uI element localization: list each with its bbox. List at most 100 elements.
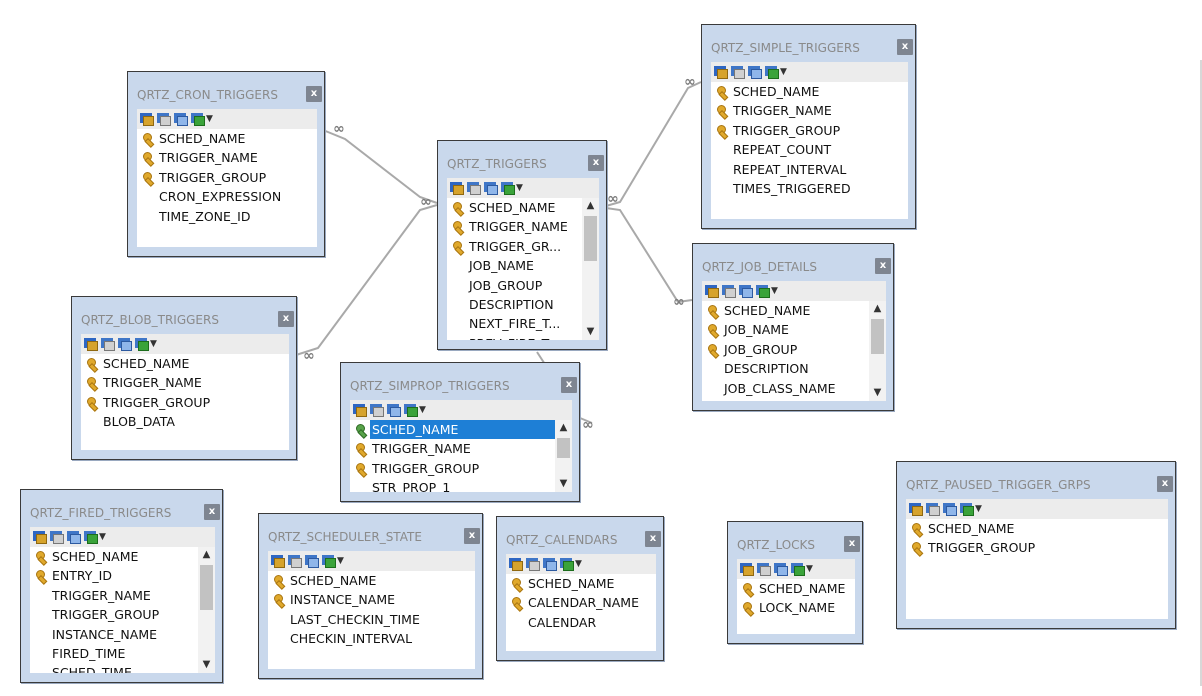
remove-field-icon[interactable] [467, 182, 481, 195]
table-field[interactable]: INSTANCE_NAME [30, 625, 198, 644]
table-field[interactable]: REPEAT_INTERVAL [711, 160, 908, 179]
table-field[interactable]: CALENDAR_NAME [506, 593, 656, 613]
scroll-down-icon[interactable]: ▼ [555, 476, 572, 492]
edit-field-icon[interactable] [943, 503, 957, 516]
edit-field-icon[interactable] [484, 182, 498, 195]
close-icon[interactable]: x [561, 377, 577, 393]
table-field[interactable]: SCHED_NAME [711, 82, 908, 101]
add-field-icon[interactable] [909, 503, 923, 516]
table-field[interactable]: NEXT_FIRE_T... [447, 314, 582, 333]
chevron-down-icon[interactable]: ▼ [99, 532, 106, 542]
table-field[interactable]: SCHED_NAME [268, 571, 475, 590]
remove-field-icon[interactable] [731, 66, 745, 79]
edit-field-icon[interactable] [774, 563, 788, 576]
import-icon[interactable] [135, 338, 149, 351]
add-field-icon[interactable] [450, 182, 464, 195]
import-icon[interactable] [960, 503, 974, 516]
table-field[interactable]: REPEAT_COUNT [711, 140, 908, 159]
chevron-down-icon[interactable]: ▼ [975, 504, 982, 514]
add-field-icon[interactable] [740, 563, 754, 576]
close-icon[interactable]: x [588, 155, 604, 171]
table-field[interactable]: SCHED_NAME [506, 574, 656, 593]
add-field-icon[interactable] [705, 285, 719, 298]
table-field[interactable]: SCHED_NAME [906, 519, 1168, 538]
table-title[interactable]: QRTZ_JOB_DETAILS [702, 253, 884, 281]
table-title[interactable]: QRTZ_SIMPROP_TRIGGERS [350, 372, 570, 400]
import-icon[interactable] [84, 531, 98, 544]
table-title[interactable]: QRTZ_TRIGGERS [447, 150, 597, 178]
remove-field-icon[interactable] [526, 558, 540, 571]
table-calendars[interactable]: QRTZ_CALENDARS x ▼ SCHED_NAME CALENDAR_NAME C… [496, 516, 664, 661]
add-field-icon[interactable] [714, 66, 728, 79]
table-field[interactable]: TRIGGER_GROUP [906, 538, 1168, 558]
table-field[interactable]: CALENDAR [506, 613, 656, 632]
scroll-up-icon[interactable]: ▲ [555, 420, 572, 436]
table-field[interactable]: SCHED_NAME [30, 547, 198, 566]
scroll-down-icon[interactable]: ▼ [869, 385, 886, 401]
table-field[interactable]: TRIGGER_NAME [137, 148, 317, 168]
scroll-down-icon[interactable]: ▼ [582, 324, 599, 340]
table-field[interactable]: JOB_GROUP [447, 276, 582, 295]
table-field[interactable]: TIME_ZONE_ID [137, 207, 317, 226]
table-title[interactable]: QRTZ_LOCKS [737, 531, 853, 559]
edit-field-icon[interactable] [387, 404, 401, 417]
add-field-icon[interactable] [509, 558, 523, 571]
table-field[interactable]: TRIGGER_NAME [711, 101, 908, 121]
table-cron[interactable]: QRTZ_CRON_TRIGGERS x ▼ SCHED_NAME TRIGGER_NA… [127, 71, 325, 257]
table-paused[interactable]: QRTZ_PAUSED_TRIGGER_GRPS x ▼ SCHED_NAME TRIG… [896, 461, 1176, 629]
remove-field-icon[interactable] [50, 531, 64, 544]
table-field[interactable]: TRIGGER_GROUP [30, 605, 198, 624]
close-icon[interactable]: x [278, 311, 294, 327]
remove-field-icon[interactable] [288, 555, 302, 568]
close-icon[interactable]: x [204, 504, 220, 520]
scrollbar[interactable]: ▲ ▼ [555, 420, 572, 492]
edit-field-icon[interactable] [305, 555, 319, 568]
chevron-down-icon[interactable]: ▼ [575, 559, 582, 569]
remove-field-icon[interactable] [157, 113, 171, 126]
table-field[interactable]: TRIGGER_NAME [350, 439, 555, 459]
table-field[interactable]: SCHED_NAME [737, 579, 855, 598]
table-locks[interactable]: QRTZ_LOCKS x ▼ SCHED_NAME LOCK_NAME [727, 521, 863, 644]
table-state[interactable]: QRTZ_SCHEDULER_STATE x ▼ SCHED_NAME INSTANCE… [258, 513, 483, 679]
table-triggers[interactable]: QRTZ_TRIGGERS x ▼ SCHED_NAME TRIGGER_NAME TRI… [437, 140, 607, 350]
add-field-icon[interactable] [84, 338, 98, 351]
table-field[interactable]: TIMES_TRIGGERED [711, 179, 908, 198]
table-field[interactable]: INSTANCE_NAME [268, 590, 475, 610]
add-field-icon[interactable] [140, 113, 154, 126]
import-icon[interactable] [404, 404, 418, 417]
table-field[interactable]: BLOB_DATA [81, 412, 289, 431]
edit-field-icon[interactable] [739, 285, 753, 298]
import-icon[interactable] [322, 555, 336, 568]
edit-field-icon[interactable] [748, 66, 762, 79]
table-blob[interactable]: QRTZ_BLOB_TRIGGERS x ▼ SCHED_NAME TRIGGER_NA… [71, 296, 297, 460]
table-field[interactable]: IS_DURABLE [702, 398, 869, 401]
table-title[interactable]: QRTZ_BLOB_TRIGGERS [81, 306, 287, 334]
chevron-down-icon[interactable]: ▼ [771, 286, 778, 296]
table-title[interactable]: QRTZ_PAUSED_TRIGGER_GRPS [906, 471, 1166, 499]
edit-field-icon[interactable] [118, 338, 132, 351]
scrollbar[interactable]: ▲ ▼ [198, 547, 215, 673]
import-icon[interactable] [191, 113, 205, 126]
table-fired[interactable]: QRTZ_FIRED_TRIGGERS x ▼ SCHED_NAME ENTRY_ID T… [20, 489, 223, 683]
scrollbar[interactable]: ▲ ▼ [582, 198, 599, 340]
table-field[interactable]: JOB_GROUP [702, 340, 869, 359]
chevron-down-icon[interactable]: ▼ [419, 405, 426, 415]
table-field[interactable]: TRIGGER_GROUP [81, 393, 289, 412]
table-field[interactable]: SCHED_NAME [702, 301, 869, 320]
remove-field-icon[interactable] [722, 285, 736, 298]
table-simple[interactable]: QRTZ_SIMPLE_TRIGGERS x ▼ SCHED_NAME TRIGGER_… [701, 24, 916, 229]
import-icon[interactable] [791, 563, 805, 576]
table-field[interactable]: SCHED_NAME [447, 198, 582, 217]
table-title[interactable]: QRTZ_SCHEDULER_STATE [268, 523, 473, 551]
chevron-down-icon[interactable]: ▼ [206, 114, 213, 124]
import-icon[interactable] [765, 66, 779, 79]
close-icon[interactable]: x [464, 528, 480, 544]
table-field[interactable]: SCHED_NAME [137, 129, 317, 148]
scroll-thumb[interactable] [200, 565, 213, 610]
scroll-down-icon[interactable]: ▼ [198, 657, 215, 673]
table-title[interactable]: QRTZ_CRON_TRIGGERS [137, 81, 315, 109]
close-icon[interactable]: x [844, 536, 860, 552]
add-field-icon[interactable] [33, 531, 47, 544]
close-icon[interactable]: x [1157, 476, 1173, 492]
table-field[interactable]: SCHED_TIME [30, 663, 198, 673]
